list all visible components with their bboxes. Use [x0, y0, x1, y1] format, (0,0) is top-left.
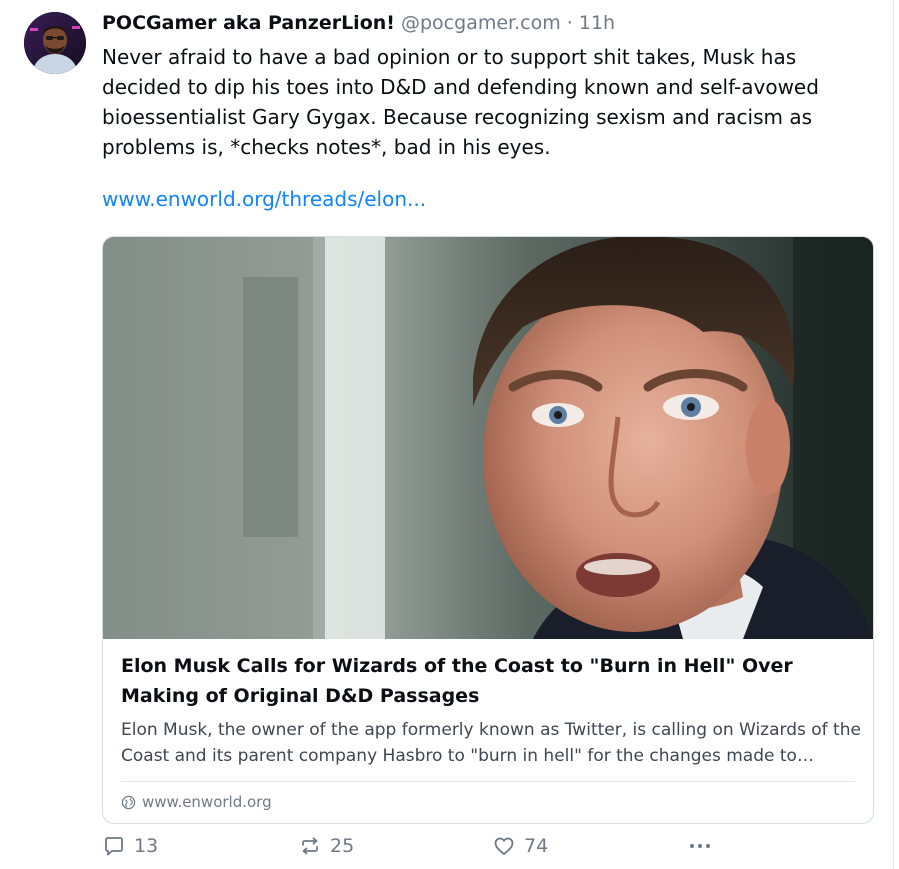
repost-button[interactable]: 25 [298, 834, 354, 858]
author-handle[interactable]: @pocgamer.com [401, 12, 561, 34]
heart-icon [492, 834, 516, 858]
post: POCGamer aka PanzerLion! @pocgamer.com ·… [102, 10, 872, 214]
post-actions: 13 25 74 [102, 834, 822, 864]
link-preview-body: Elon Musk Calls for Wizards of the Coast… [121, 651, 861, 812]
post-timestamp[interactable]: 11h [579, 12, 615, 34]
reply-count: 13 [134, 835, 159, 857]
author-display-name[interactable]: POCGamer aka PanzerLion! [102, 12, 395, 34]
repost-count: 25 [330, 835, 355, 857]
like-button[interactable]: 74 [492, 834, 548, 858]
more-options-button[interactable] [686, 834, 714, 858]
link-preview-divider [121, 781, 855, 782]
post-link[interactable]: www.enworld.org/threads/elon... [102, 184, 426, 214]
reply-button[interactable]: 13 [102, 834, 158, 858]
link-preview-image [103, 237, 873, 639]
post-body-text: Never afraid to have a bad opinion or to… [102, 45, 819, 159]
link-preview-title[interactable]: Elon Musk Calls for Wizards of the Coast… [121, 651, 861, 711]
timeline-divider [893, 0, 894, 869]
repost-icon [298, 834, 322, 858]
link-preview-description: Elon Musk, the owner of the app formerly… [121, 720, 861, 766]
globe-icon [121, 795, 136, 810]
link-preview-domain-row: www.enworld.org [121, 792, 861, 812]
link-preview-domain: www.enworld.org [142, 793, 272, 811]
like-count: 74 [524, 835, 549, 857]
avatar[interactable] [24, 12, 86, 74]
post-header: POCGamer aka PanzerLion! @pocgamer.com ·… [102, 10, 872, 36]
more-icon [686, 834, 714, 858]
link-preview-card[interactable]: Elon Musk Calls for Wizards of the Coast… [102, 236, 874, 824]
header-separator: · [566, 12, 573, 34]
reply-icon [102, 834, 126, 858]
